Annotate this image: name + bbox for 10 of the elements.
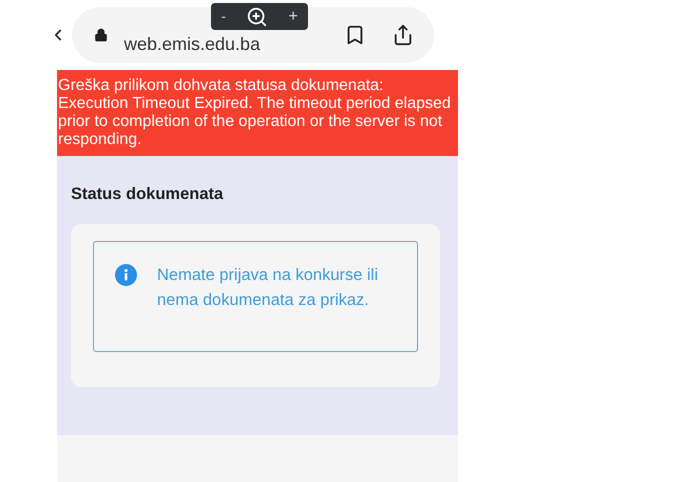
zoom-icon — [246, 6, 268, 28]
url-text: web.emis.edu.ba — [124, 32, 260, 56]
error-banner: Greška prilikom dohvata statusa dokumenata: Execution Timeout Expired. The timeout period elapsed prior to completion of the operation or the server is not responding. — [57, 70, 458, 156]
section-title: Status dokumenata — [71, 184, 224, 205]
lock-icon — [94, 28, 108, 42]
alert-message: Nemate prijava na konkurse ili nema dokumenata za prikaz. — [157, 264, 380, 311]
share-icon[interactable] — [392, 23, 414, 47]
zoom-in-button[interactable]: + — [288, 4, 298, 28]
info-icon — [115, 264, 137, 286]
zoom-out-button[interactable]: - — [221, 6, 226, 27]
